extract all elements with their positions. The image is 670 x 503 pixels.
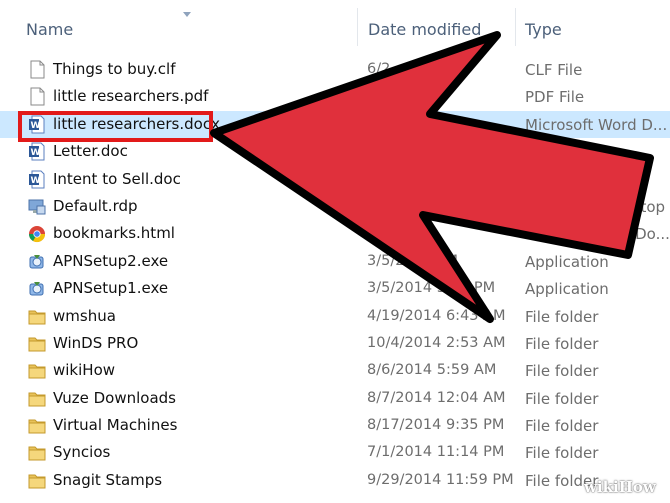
- watermark-logo: wikiHow: [584, 478, 656, 496]
- red-arrow-annotation: [210, 31, 654, 323]
